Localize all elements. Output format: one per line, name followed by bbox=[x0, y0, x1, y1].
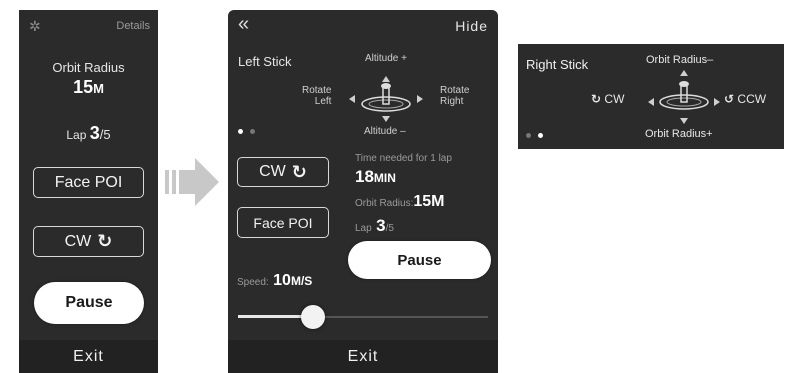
speed-slider-thumb[interactable] bbox=[301, 305, 325, 329]
lap-indicator: Lap 3/5 bbox=[19, 123, 158, 144]
lap-label: Lap bbox=[355, 223, 372, 234]
exit-bar[interactable]: Exit bbox=[228, 340, 498, 373]
orbit-radius-number: 15 bbox=[73, 77, 94, 97]
speed-label: Speed: bbox=[237, 277, 269, 288]
page-dot-inactive[interactable] bbox=[250, 129, 255, 134]
right-stick-label: Right Stick bbox=[526, 57, 589, 72]
exit-bar[interactable]: Exit bbox=[19, 340, 158, 373]
orbit-panel-expanded: « Hide Left Stick Altitude + Rotate Left… bbox=[228, 10, 498, 373]
rotate-left-label: Rotate Left bbox=[302, 85, 332, 107]
orbit-radius-label: Orbit Radius: bbox=[355, 198, 414, 209]
time-needed-label: Time needed for 1 lap bbox=[355, 153, 452, 164]
hide-button[interactable]: Hide bbox=[455, 18, 488, 34]
time-unit: MIN bbox=[373, 171, 396, 185]
orbit-radius-plus-label: Orbit Radius+ bbox=[645, 128, 713, 140]
face-poi-button[interactable]: Face POI bbox=[33, 167, 144, 198]
speed-readout: Speed: 10M/S bbox=[237, 272, 312, 290]
time-number: 18 bbox=[355, 167, 374, 186]
lap-label: Lap bbox=[66, 128, 87, 142]
pause-label: Pause bbox=[397, 251, 442, 269]
face-poi-button[interactable]: Face POI bbox=[237, 207, 329, 238]
rotate-right-label: Rotate Right bbox=[440, 85, 470, 107]
ccw-label: CCW bbox=[737, 92, 767, 106]
cw-label: CW bbox=[604, 92, 625, 106]
transition-arrow-icon bbox=[165, 158, 219, 206]
cw-label: CW bbox=[64, 232, 92, 250]
cw-button[interactable]: CW ↻ bbox=[237, 157, 329, 187]
left-stick-diagram-icon bbox=[349, 76, 423, 122]
page-dot-active[interactable] bbox=[238, 129, 243, 134]
clockwise-arrow-icon: ↻ bbox=[97, 231, 113, 251]
time-needed-value: 18MIN bbox=[355, 167, 396, 187]
page-dot-active[interactable] bbox=[538, 133, 543, 138]
altitude-plus-label: Altitude + bbox=[365, 53, 407, 64]
right-stick-diagram-icon bbox=[648, 70, 720, 124]
pause-label: Pause bbox=[65, 294, 113, 311]
lap-total: /5 bbox=[99, 127, 111, 142]
counterclockwise-arrow-icon: ↺ bbox=[724, 92, 735, 106]
exit-label: Exit bbox=[347, 347, 379, 365]
speed-unit: M/S bbox=[290, 274, 313, 288]
orbit-radius-unit: M bbox=[93, 81, 104, 96]
right-stick-guide: Right Stick Orbit Radius– ↻ CW ↺ CCW Orb… bbox=[518, 44, 784, 149]
clockwise-arrow-icon: ↻ bbox=[591, 92, 602, 106]
pause-button[interactable]: Pause bbox=[34, 282, 144, 324]
pause-button[interactable]: Pause bbox=[348, 241, 491, 279]
orbit-radius-value: 15M bbox=[413, 193, 445, 210]
lap-current: 3 bbox=[376, 216, 386, 235]
orbit-radius-label: Orbit Radius bbox=[52, 60, 125, 75]
speed-value: 10 bbox=[273, 272, 291, 289]
lap-current: 3 bbox=[89, 123, 100, 143]
orbit-radius-value: 15M bbox=[19, 77, 158, 98]
lap-total: /5 bbox=[385, 223, 394, 234]
face-poi-label: Face POI bbox=[253, 214, 313, 231]
orbit-radius-info: Orbit Radius:15M bbox=[355, 193, 444, 211]
clockwise-arrow-icon: ↻ bbox=[291, 161, 307, 182]
lap-indicator: Lap 3/5 bbox=[355, 216, 394, 236]
exit-label: Exit bbox=[73, 347, 104, 365]
cw-direction: ↻ CW bbox=[591, 92, 624, 106]
collapse-icon[interactable]: « bbox=[238, 13, 249, 36]
orbit-radius-minus-label: Orbit Radius– bbox=[646, 54, 714, 66]
speed-slider[interactable] bbox=[238, 305, 488, 329]
cw-label: CW bbox=[259, 163, 286, 180]
altitude-minus-label: Altitude – bbox=[364, 126, 406, 137]
settings-icon[interactable]: ✲ bbox=[29, 18, 41, 35]
face-poi-label: Face POI bbox=[54, 173, 123, 191]
cw-button[interactable]: CW ↻ bbox=[33, 226, 144, 257]
left-stick-label: Left Stick bbox=[238, 54, 292, 69]
page-dot-inactive[interactable] bbox=[526, 133, 531, 138]
ccw-direction: ↺ CCW bbox=[724, 92, 766, 106]
details-link[interactable]: Details bbox=[116, 20, 150, 32]
orbit-panel-collapsed: ✲ Details Orbit Radius 15M Lap 3/5 Face … bbox=[19, 10, 158, 373]
